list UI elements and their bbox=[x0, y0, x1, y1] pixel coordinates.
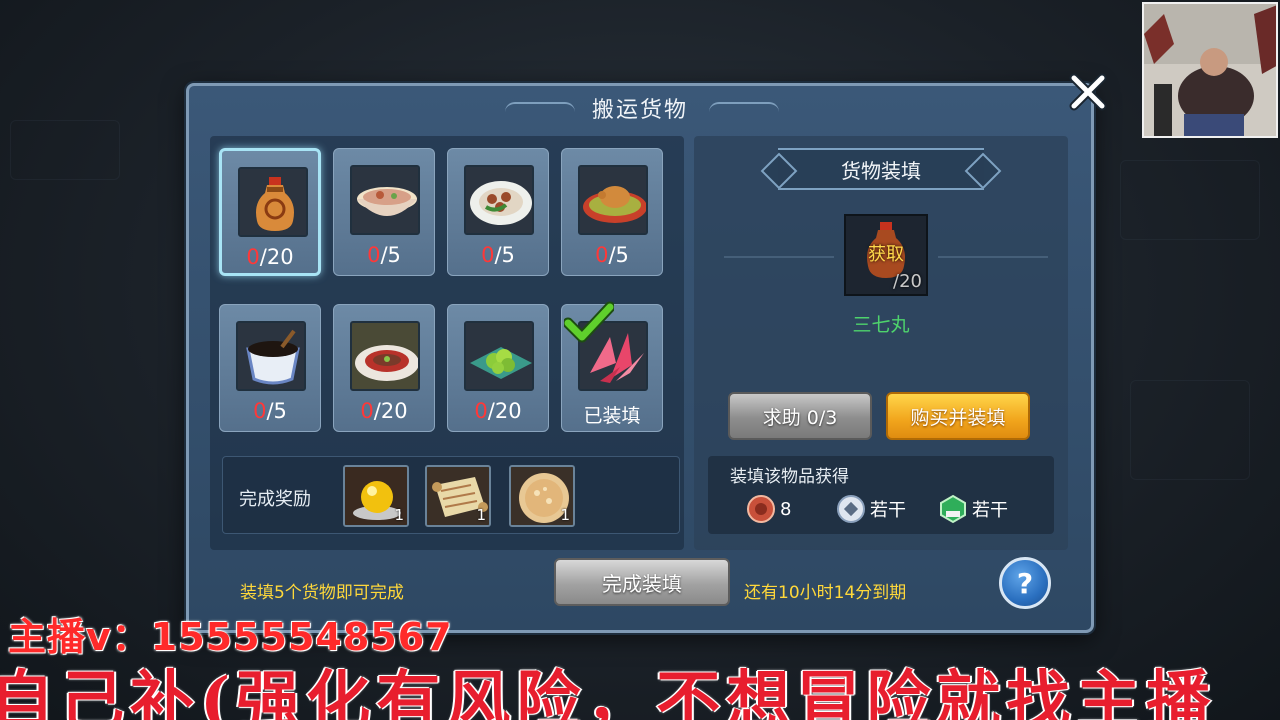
dumpling-plate-icon bbox=[464, 165, 534, 235]
close-button[interactable] bbox=[1066, 70, 1110, 114]
exp-gem-icon bbox=[940, 494, 966, 524]
loading-gains-box: 装填该物品获得 8 若干 若干 bbox=[708, 456, 1054, 534]
roast-chicken-icon bbox=[578, 165, 648, 235]
medicine-bottle-icon bbox=[238, 167, 308, 237]
title-ornament-left bbox=[505, 102, 575, 114]
item-count: 0/5 bbox=[367, 243, 401, 267]
copper-coin-icon bbox=[747, 495, 775, 523]
close-icon bbox=[1069, 73, 1107, 111]
ornament-line-right bbox=[938, 256, 1048, 258]
cargo-item-steak-plate[interactable]: 0/20 bbox=[333, 304, 435, 432]
gain-copper: 8 bbox=[746, 494, 791, 524]
steak-plate-icon bbox=[350, 321, 420, 391]
item-loaded-status: 已装填 bbox=[583, 405, 641, 427]
title-ornament-right bbox=[709, 102, 779, 114]
cargo-item-roast-chicken[interactable]: 0/5 bbox=[561, 148, 663, 276]
streamer-warning-text: 自己补(强化有风险，不想冒险就找主播 bbox=[0, 664, 1217, 720]
selected-cargo-slot[interactable]: 获取 /20 bbox=[844, 214, 928, 296]
cargo-count: /20 bbox=[893, 271, 922, 292]
webcam-person-image bbox=[1144, 4, 1276, 136]
request-help-button[interactable]: 求助 0/3 bbox=[728, 392, 872, 440]
dialog-title-bar: 搬运货物 bbox=[189, 86, 1091, 130]
cargo-detail-panel: 货物装填 获取 /20 三七丸 求助 0/3 购买并装填 装填该物品获得 8 若… bbox=[694, 136, 1068, 550]
expire-timer: 还有10小时14分到期 bbox=[744, 583, 907, 603]
gain-silver: 若干 bbox=[836, 494, 906, 524]
ornament-line-left bbox=[724, 256, 834, 258]
rice-bowl-icon bbox=[350, 165, 420, 235]
cargo-item-black-soup[interactable]: 0/5 bbox=[219, 304, 321, 432]
item-count: 0/5 bbox=[253, 399, 287, 423]
cargo-loading-title: 货物装填 bbox=[778, 148, 984, 190]
item-count: 0/20 bbox=[474, 399, 522, 423]
webcam-overlay bbox=[1142, 2, 1278, 138]
gain-value: 若干 bbox=[870, 500, 906, 521]
completion-tip: 装填5个货物即可完成 bbox=[240, 583, 404, 603]
reward-label: 完成奖励 bbox=[239, 489, 311, 510]
dialog-title: 搬运货物 bbox=[591, 98, 688, 123]
background-panel bbox=[1120, 160, 1260, 240]
gain-title: 装填该物品获得 bbox=[730, 467, 849, 487]
question-icon: ? bbox=[1016, 566, 1034, 600]
checkmark-icon bbox=[564, 301, 614, 343]
item-count: 0/5 bbox=[481, 243, 515, 267]
background-panel bbox=[10, 120, 120, 180]
cargo-item-green-vegetable[interactable]: 0/20 bbox=[447, 304, 549, 432]
green-vegetable-plate-icon bbox=[464, 321, 534, 391]
cargo-item-dumpling-plate[interactable]: 0/5 bbox=[447, 148, 549, 276]
reward-slot[interactable]: 1 bbox=[509, 465, 575, 527]
reward-qty: 1 bbox=[476, 506, 486, 524]
item-count: 0/20 bbox=[246, 245, 294, 269]
silver-coin-icon bbox=[837, 495, 865, 523]
cargo-name: 三七丸 bbox=[852, 314, 910, 336]
help-button[interactable]: ? bbox=[999, 557, 1051, 609]
background-panel bbox=[1130, 380, 1250, 480]
black-soup-cup-icon bbox=[236, 321, 306, 391]
reward-qty: 1 bbox=[560, 506, 570, 524]
item-count: 0/5 bbox=[595, 243, 629, 267]
reward-qty: 1 bbox=[394, 506, 404, 524]
cargo-item-red-crystal[interactable]: 已装填 bbox=[561, 301, 663, 432]
reward-slot[interactable]: 1 bbox=[343, 465, 409, 527]
item-count: 0/20 bbox=[360, 399, 408, 423]
completion-reward-box: 完成奖励 1 1 1 bbox=[222, 456, 680, 534]
complete-loading-button[interactable]: 完成装填 bbox=[554, 558, 730, 606]
obtain-label[interactable]: 获取 bbox=[846, 240, 926, 266]
gain-value: 8 bbox=[780, 498, 792, 520]
gain-value: 若干 bbox=[972, 500, 1008, 521]
buy-and-load-button[interactable]: 购买并装填 bbox=[886, 392, 1030, 440]
cargo-item-medicine[interactable]: 0/20 bbox=[219, 148, 321, 276]
cargo-item-rice-bowl[interactable]: 0/5 bbox=[333, 148, 435, 276]
reward-slot[interactable]: 1 bbox=[425, 465, 491, 527]
gain-exp: 若干 bbox=[938, 494, 1008, 524]
